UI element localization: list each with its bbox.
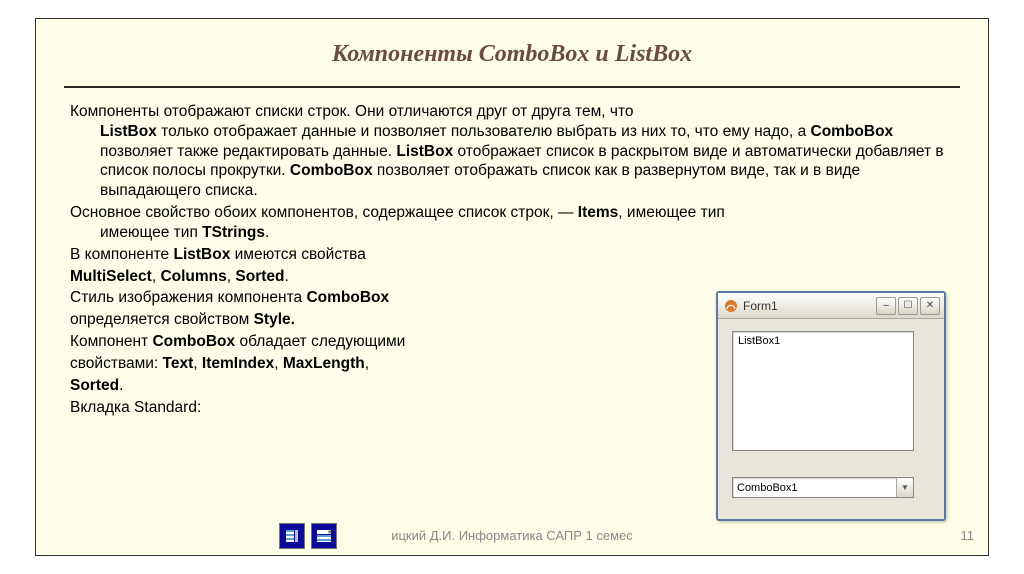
text: обладает следующими (235, 333, 405, 350)
term-items: Items (578, 204, 619, 221)
text: определяется свойством (70, 311, 254, 328)
text: . (119, 377, 123, 394)
term-style: Style. (254, 311, 295, 328)
text: , (193, 355, 202, 372)
text: . (284, 268, 288, 285)
line-3: В компоненте ListBox имеются свойства (70, 245, 610, 265)
listbox-control[interactable]: ListBox1 (732, 331, 914, 451)
minimize-button[interactable]: ‒ (876, 297, 896, 315)
close-button[interactable]: ✕ (920, 297, 940, 315)
listbox-item: ListBox1 (738, 335, 780, 347)
term-sorted: Sorted (70, 377, 119, 394)
term-sorted: Sorted (235, 268, 284, 285)
term-columns: Columns (160, 268, 226, 285)
text: , (365, 355, 369, 372)
text: свойствами: (70, 355, 163, 372)
text: , имеющее тип (618, 204, 724, 221)
form-client-area: ListBox1 ComboBox1 ▼ (726, 327, 936, 511)
line-7: Компонент ComboBox обладает следующими (70, 332, 610, 352)
term-combobox: ComboBox (290, 162, 373, 179)
text: Вкладка Standard: (70, 399, 201, 416)
line-10: Вкладка Standard: (70, 398, 610, 418)
slide: Компоненты ComboBox и ListBox Компоненты… (35, 18, 989, 556)
text: Компоненты отображают списки строк. Они … (70, 103, 634, 120)
text: . (265, 224, 269, 241)
form-title: Form1 (743, 299, 778, 313)
text-indent: ListBox только отображает данные и позво… (70, 122, 954, 201)
slide-title: Компоненты ComboBox и ListBox (36, 41, 988, 68)
combobox-control[interactable]: ComboBox1 ▼ (732, 477, 914, 498)
term-combobox: ComboBox (811, 123, 894, 140)
text: имеющее тип (100, 224, 202, 241)
line-5: Стиль изображения компонента ComboBox (70, 288, 610, 308)
term-text: Text (163, 355, 194, 372)
term-itemindex: ItemIndex (202, 355, 274, 372)
line-6: определяется свойством Style. (70, 310, 610, 330)
form-titlebar: Form1 ‒ ☐ ✕ (718, 293, 944, 319)
text: В компоненте (70, 246, 173, 263)
paragraph-1: Компоненты отображают списки строк. Они … (70, 102, 954, 201)
term-combobox: ComboBox (306, 289, 389, 306)
text-indent: имеющее тип TStrings. (70, 223, 954, 243)
form-preview-window: Form1 ‒ ☐ ✕ ListBox1 ComboBox1 ▼ (716, 291, 946, 521)
line-9: Sorted. (70, 376, 610, 396)
delphi-icon (724, 299, 738, 313)
text: Основное свойство обоих компонентов, сод… (70, 204, 578, 221)
page-number: 11 (961, 528, 975, 543)
text: Стиль изображения компонента (70, 289, 306, 306)
text: только отображает данные и позволяет пол… (157, 123, 811, 140)
text: имеются свойства (230, 246, 366, 263)
line-8: свойствами: Text, ItemIndex, MaxLength, (70, 354, 610, 374)
term-tstrings: TStrings (202, 224, 265, 241)
text: , (274, 355, 283, 372)
window-buttons: ‒ ☐ ✕ (876, 297, 940, 315)
term-combobox: ComboBox (152, 333, 235, 350)
term-listbox: ListBox (173, 246, 230, 263)
term-multiselect: MultiSelect (70, 268, 152, 285)
slide-footer: ицкий Д.И. Информатика САПР 1 семес (36, 528, 988, 543)
term-listbox: ListBox (396, 143, 453, 160)
term-maxlength: MaxLength (283, 355, 365, 372)
paragraph-2: Основное свойство обоих компонентов, сод… (70, 203, 954, 243)
text: Компонент (70, 333, 152, 350)
combobox-text: ComboBox1 (737, 482, 798, 494)
maximize-button[interactable]: ☐ (898, 297, 918, 315)
chevron-down-icon[interactable]: ▼ (896, 478, 913, 497)
term-listbox: ListBox (100, 123, 157, 140)
title-underline (64, 86, 960, 88)
text: позволяет также редактировать данные. (100, 143, 396, 160)
line-4: MultiSelect, Columns, Sorted. (70, 267, 610, 287)
